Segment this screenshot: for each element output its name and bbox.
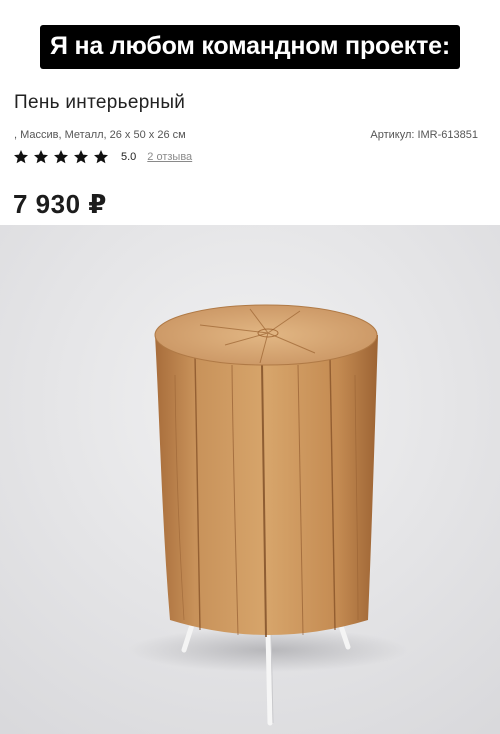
sku-label: Артикул: xyxy=(370,129,415,141)
product-sku: Артикул: IMR-613851 xyxy=(370,129,478,141)
product-photo xyxy=(0,225,500,734)
product-title: Пень интерьерный xyxy=(14,92,186,113)
star-icon xyxy=(14,150,28,164)
star-icon xyxy=(74,150,88,164)
reviews-link[interactable]: 2 отзыва xyxy=(147,151,192,163)
star-icon xyxy=(34,150,48,164)
product-price: 7 930 ₽ xyxy=(13,189,107,219)
star-icon xyxy=(54,150,68,164)
meme-caption: Я на любом командном проекте: xyxy=(40,25,460,69)
meme-caption-bar: Я на любом командном проекте: xyxy=(0,25,500,69)
rating-value: 5.0 xyxy=(121,151,137,163)
star-icon xyxy=(94,150,108,164)
product-rating: 5.0 2 отзыва xyxy=(13,148,192,166)
product-specs: , Массив, Металл, 26 x 50 x 26 см xyxy=(14,129,186,141)
log-stool xyxy=(154,304,378,638)
sku-value: IMR-613851 xyxy=(417,129,478,141)
